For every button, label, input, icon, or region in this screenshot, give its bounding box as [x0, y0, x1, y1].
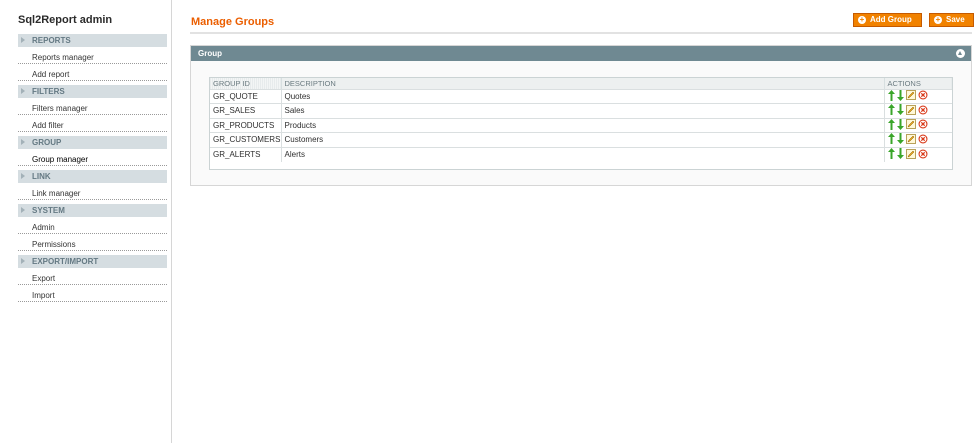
add-group-label: Add Group	[870, 15, 912, 24]
sidebar-nav: REPORTS Reports manager Add report FILTE…	[18, 34, 167, 306]
arrow-down-icon[interactable]	[896, 118, 904, 132]
cell-group-id: GR_ALERTS	[210, 146, 282, 162]
add-group-button[interactable]: + Add Group	[853, 13, 922, 27]
table-row[interactable]: GR_QUOTE Quotes	[210, 88, 952, 104]
sidebar-section-link[interactable]: LINK	[18, 170, 167, 183]
sidebar-item-reports-manager[interactable]: Reports manager	[18, 51, 167, 64]
cell-description: Quotes	[281, 88, 885, 104]
app-title: Sql2Report admin	[18, 14, 113, 26]
sidebar-item-group-manager[interactable]: Group manager	[18, 153, 167, 166]
sidebar-section-label: GROUP	[32, 138, 62, 147]
sidebar-section-label: SYSTEM	[32, 206, 65, 215]
group-table-container: GROUP ID DESCRIPTION ACTIONS GR_QUOTE Quo…	[209, 77, 953, 170]
sidebar-item-add-report[interactable]: Add report	[18, 68, 167, 81]
page-title: Manage Groups	[191, 16, 275, 28]
expand-triangle-icon	[21, 37, 25, 43]
panel-title: Group	[198, 49, 222, 58]
sidebar-section-filters[interactable]: FILTERS	[18, 85, 167, 98]
expand-triangle-icon	[21, 258, 25, 264]
arrow-down-icon[interactable]	[896, 148, 904, 161]
table-row[interactable]: GR_CUSTOMERS Customers	[210, 132, 952, 147]
cell-actions	[884, 103, 952, 118]
sidebar-section-label: EXPORT/IMPORT	[32, 257, 99, 266]
arrow-up-icon[interactable]	[887, 89, 895, 103]
table-row[interactable]: GR_PRODUCTS Products	[210, 117, 952, 133]
expand-triangle-icon	[21, 207, 25, 213]
cell-actions	[884, 132, 952, 147]
table-row[interactable]: GR_SALES Sales	[210, 103, 952, 118]
cell-group-id: GR_SALES	[210, 103, 282, 118]
edit-icon[interactable]	[905, 104, 916, 117]
plus-icon: +	[934, 15, 942, 24]
sidebar-section-reports[interactable]: REPORTS	[18, 34, 167, 47]
sidebar-section-system[interactable]: SYSTEM	[18, 204, 167, 217]
cell-actions	[884, 88, 952, 104]
arrow-down-icon[interactable]	[896, 89, 904, 103]
cell-description: Alerts	[281, 146, 885, 162]
delete-icon[interactable]	[918, 90, 928, 102]
cell-description: Sales	[281, 103, 885, 118]
sidebar-item-filters-manager[interactable]: Filters manager	[18, 102, 167, 115]
sidebar-item-admin[interactable]: Admin	[18, 221, 167, 234]
cell-group-id: GR_PRODUCTS	[210, 117, 282, 133]
expand-triangle-icon	[21, 173, 25, 179]
sidebar-item-add-filter[interactable]: Add filter	[18, 119, 167, 132]
column-header-actions: ACTIONS	[884, 78, 952, 89]
group-panel: Group GROUP ID DESCRIPTION ACTIONS GR_QU…	[190, 45, 972, 186]
sidebar-section-label: REPORTS	[32, 36, 71, 45]
cell-description: Customers	[281, 132, 885, 147]
column-header-description[interactable]: DESCRIPTION	[281, 78, 885, 89]
arrow-up-icon[interactable]	[887, 104, 895, 117]
arrow-up-icon[interactable]	[887, 118, 895, 132]
arrow-up-icon[interactable]	[887, 133, 895, 146]
header-divider	[190, 32, 972, 34]
cell-actions	[884, 117, 952, 133]
expand-triangle-icon	[21, 88, 25, 94]
cell-description: Products	[281, 117, 885, 133]
edit-icon[interactable]	[905, 133, 916, 146]
table-row[interactable]: GR_ALERTS Alerts	[210, 146, 952, 162]
delete-icon[interactable]	[918, 105, 928, 117]
table-header-row: GROUP ID DESCRIPTION ACTIONS	[210, 78, 952, 89]
sidebar-item-export[interactable]: Export	[18, 272, 167, 285]
cell-actions	[884, 146, 952, 162]
arrow-down-icon[interactable]	[896, 133, 904, 146]
sidebar-section-export-import[interactable]: EXPORT/IMPORT	[18, 255, 167, 268]
save-label: Save	[946, 15, 965, 24]
group-table: GROUP ID DESCRIPTION ACTIONS GR_QUOTE Quo…	[210, 78, 952, 162]
panel-header: Group	[191, 46, 971, 61]
delete-icon[interactable]	[918, 119, 928, 131]
edit-icon[interactable]	[905, 148, 916, 161]
plus-icon: +	[858, 15, 866, 24]
sidebar: Sql2Report admin REPORTS Reports manager…	[0, 0, 172, 443]
edit-icon[interactable]	[905, 90, 916, 102]
cell-group-id: GR_CUSTOMERS	[210, 132, 282, 147]
delete-icon[interactable]	[918, 149, 928, 161]
column-header-group-id[interactable]: GROUP ID	[210, 78, 282, 89]
save-button[interactable]: + Save	[929, 13, 974, 27]
cell-group-id: GR_QUOTE	[210, 88, 282, 104]
sidebar-item-link-manager[interactable]: Link manager	[18, 187, 167, 200]
sidebar-item-permissions[interactable]: Permissions	[18, 238, 167, 251]
sidebar-section-group[interactable]: GROUP	[18, 136, 167, 149]
arrow-down-icon[interactable]	[896, 104, 904, 117]
expand-triangle-icon	[21, 139, 25, 145]
arrow-up-icon[interactable]	[887, 148, 895, 161]
delete-icon[interactable]	[918, 134, 928, 146]
collapse-icon[interactable]	[956, 49, 965, 58]
sidebar-section-label: LINK	[32, 172, 51, 181]
sidebar-item-import[interactable]: Import	[18, 289, 167, 302]
edit-icon[interactable]	[905, 119, 916, 131]
sidebar-section-label: FILTERS	[32, 87, 65, 96]
